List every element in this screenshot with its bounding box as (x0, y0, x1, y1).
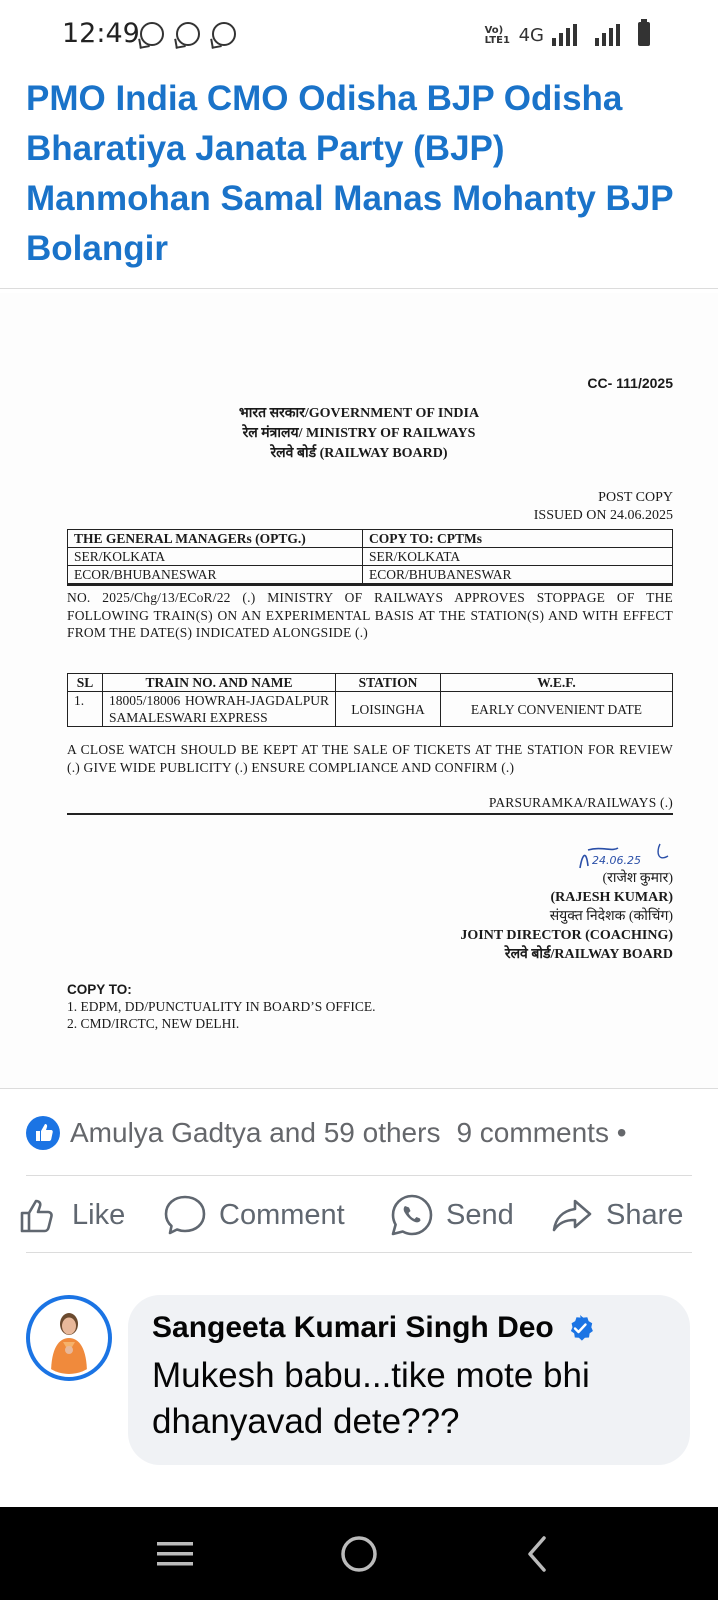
volte-icon: Vo) LTE1 (484, 25, 510, 46)
reaction-summary[interactable]: Amulya Gadtya and 59 others 9 comments • (26, 1113, 718, 1153)
like-icon (20, 1199, 53, 1233)
send-label: Send (446, 1198, 514, 1231)
home-circle-icon (341, 1535, 377, 1572)
status-indicators: Vo) LTE1 4G (484, 19, 650, 46)
divider (0, 288, 718, 289)
signatory-title: JOINT DIRECTOR (COACHING) (460, 928, 673, 943)
comment-bubble[interactable]: Sangeeta Kumari Singh Deo Mukesh babu...… (128, 1295, 690, 1465)
post-image-document[interactable]: CC- 111/2025 भारत सरकार/GOVERNMENT OF IN… (0, 293, 718, 1088)
comment-count[interactable]: 9 comments • (456, 1117, 626, 1149)
menu-icon (157, 1541, 193, 1565)
send-button[interactable]: Send (390, 1180, 514, 1250)
post-action-bar: Like Comment Send Share (0, 1180, 718, 1250)
document-header-line: रेलवे बोर्ड (RAILWAY BOARD) (270, 446, 448, 461)
address-cell: ECOR/BHUBANESWAR (67, 565, 363, 584)
document-reference: CC- 111/2025 (587, 375, 673, 391)
address-cell: SER/KOLKATA (67, 547, 363, 566)
divider (0, 1088, 718, 1089)
signatory-block: (राजेश कुमार) (RAJESH KUMAR) संयुक्त निद… (460, 869, 673, 964)
comment-author-row: Sangeeta Kumari Singh Deo (152, 1311, 666, 1345)
train-station: LOISINGHA (335, 691, 441, 727)
whatsapp-business-icon (140, 22, 164, 46)
address-cell: ECOR/BHUBANESWAR (362, 565, 673, 584)
divider (26, 1252, 692, 1253)
comment-author[interactable]: Sangeeta Kumari Singh Deo (152, 1311, 554, 1345)
train-table-header: STATION (335, 673, 441, 692)
train-table-header: W.E.F. (440, 673, 673, 692)
status-app-icons (140, 22, 236, 46)
comment-button[interactable]: Comment (163, 1180, 345, 1250)
train-table-header: SL (67, 673, 103, 692)
post-title[interactable]: PMO India CMO Odisha BJP Odisha Bharatiy… (26, 74, 696, 274)
signatory-org: रेलवे बोर्ड/RAILWAY BOARD (504, 947, 673, 962)
share-icon (552, 1199, 592, 1232)
issued-on: ISSUED ON 24.06.2025 (533, 508, 673, 523)
copy-to-label: COPY TO: (67, 982, 132, 997)
network-type: 4G (518, 25, 544, 46)
like-reaction-icon (26, 1116, 60, 1150)
signatory-name: (RAJESH KUMAR) (550, 890, 674, 905)
status-time: 12:49 (62, 18, 140, 49)
address-header: COPY TO: CPTMs (362, 529, 673, 548)
comment-icon (164, 1195, 206, 1235)
back-button[interactable] (507, 1507, 567, 1600)
train-name: 18005/18006 HOWRAH-JAGDALPUR SAMALESWARI… (102, 691, 336, 727)
train-sl: 1. (67, 691, 103, 727)
address-cell: SER/KOLKATA (362, 547, 673, 566)
whatsapp-icon (176, 22, 200, 46)
share-button[interactable]: Share (550, 1180, 683, 1250)
signal-icon (552, 24, 577, 46)
svg-text:24.06.25: 24.06.25 (592, 854, 641, 867)
recent-apps-button[interactable] (145, 1507, 205, 1600)
commenter-avatar[interactable] (26, 1295, 112, 1381)
home-button[interactable] (329, 1507, 389, 1600)
train-wef: EARLY CONVENIENT DATE (440, 691, 673, 727)
sender: PARSURAMKA/RAILWAYS (.) (488, 795, 673, 810)
rule-line (67, 584, 673, 586)
reaction-names[interactable]: Amulya Gadtya and 59 others (70, 1117, 440, 1149)
document-header-line: भारत सरकार/GOVERNMENT OF INDIA (238, 406, 480, 421)
whatsapp-business-icon (212, 22, 236, 46)
train-table: SL TRAIN NO. AND NAME STATION W.E.F. 1. … (67, 673, 673, 727)
divider (26, 1175, 692, 1176)
like-button[interactable]: Like (16, 1180, 125, 1250)
document-header-line: रेल मंत्रालय/ MINISTRY OF RAILWAYS (242, 426, 476, 441)
watch-text: A CLOSE WATCH SHOULD BE KEPT AT THE SALE… (67, 742, 673, 775)
copy-to-section: COPY TO: 1. EDPM, DD/PUNCTUALITY IN BOAR… (67, 981, 376, 1032)
signatory-hindi-name: (राजेश कुमार) (602, 871, 673, 886)
verified-badge-icon (570, 1315, 593, 1341)
copy-to-item: 1. EDPM, DD/PUNCTUALITY IN BOARD’S OFFIC… (67, 999, 376, 1014)
comment-text: Mukesh babu...tike mote bhi dhanyavad de… (152, 1356, 590, 1441)
copy-to-item: 2. CMD/IRCTC, NEW DELHI. (67, 1016, 240, 1031)
address-header: THE GENERAL MANAGERs (OPTG.) (67, 529, 363, 548)
like-label: Like (72, 1198, 126, 1231)
whatsapp-send-icon (391, 1194, 433, 1236)
signal-icon (595, 24, 620, 46)
system-nav-bar (0, 1507, 718, 1600)
comment-label: Comment (219, 1198, 345, 1231)
back-chevron-icon (528, 1535, 546, 1572)
signatory-hindi-title: संयुक्त निदेशक (कोचिंग) (549, 909, 673, 924)
avatar-image (30, 1299, 108, 1377)
battery-icon (638, 19, 650, 46)
address-table: THE GENERAL MANAGERs (OPTG.) COPY TO: CP… (67, 529, 673, 584)
train-table-header: TRAIN NO. AND NAME (102, 673, 336, 692)
order-text: NO. 2025/Chg/13/ECoR/22 (.) MINISTRY OF … (67, 590, 673, 640)
share-label: Share (606, 1198, 684, 1231)
post-copy-label: POST COPY (598, 490, 673, 505)
rule-line (67, 813, 673, 815)
status-bar: 12:49 Vo) LTE1 4G (0, 0, 718, 70)
issue-info: POST COPY ISSUED ON 24.06.2025 (534, 489, 673, 525)
